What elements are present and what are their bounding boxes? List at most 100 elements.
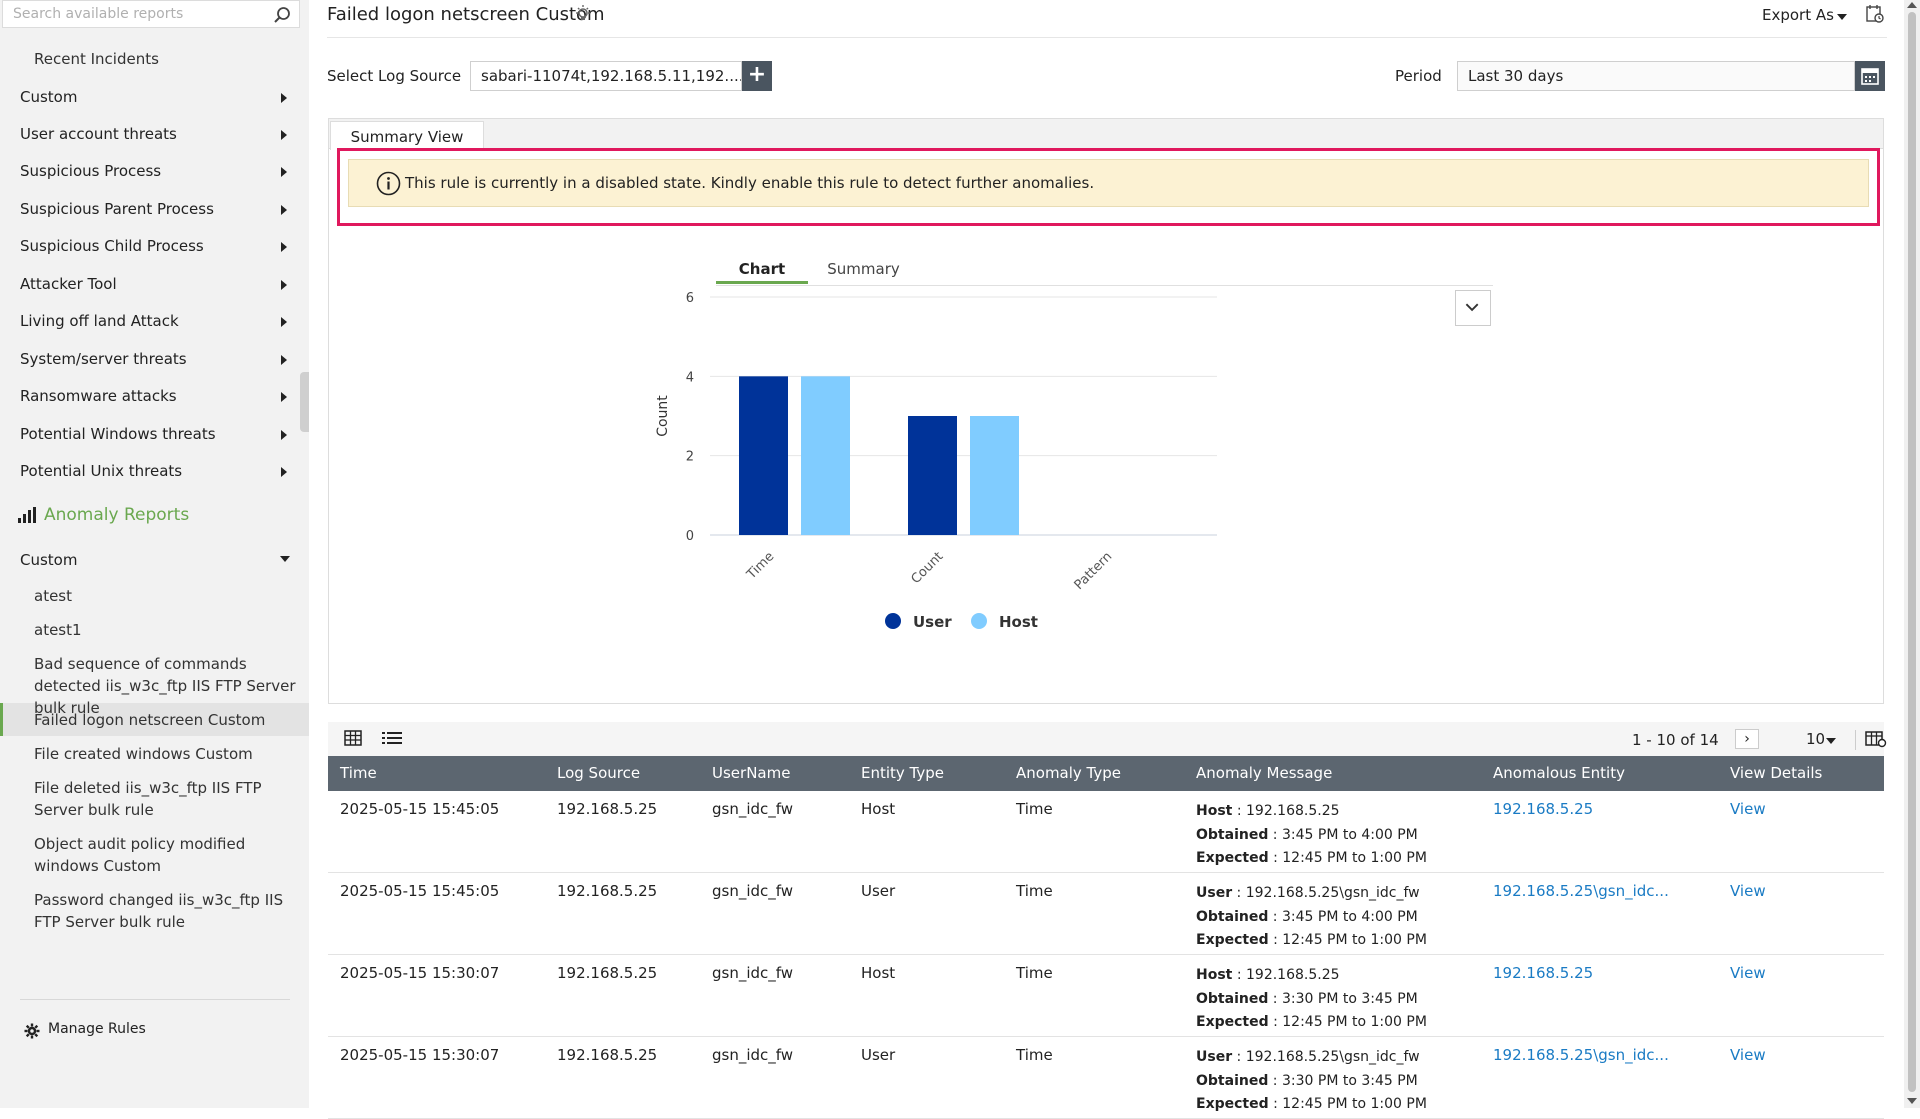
anomaly-report-item[interactable]: Password changed iis_w3c_ftp IIS FTP Ser… [34,889,296,933]
message-line: Expected : 12:45 PM to 1:00 PM [1196,850,1427,866]
cell-anomaly-type: Time [1016,1046,1053,1064]
view-details-link[interactable]: View [1730,964,1766,982]
anomaly-report-item[interactable]: atest1 [34,619,296,641]
calendar-button[interactable] [1855,61,1885,91]
anomaly-report-item[interactable]: atest [34,585,296,607]
message-value: 192.168.5.25\gsn_idc_fw [1245,885,1420,901]
cell-time: 2025-05-15 15:30:07 [340,1046,500,1064]
chevron-right-icon: › [1744,731,1750,747]
page-scrollbar[interactable] [1904,0,1920,1108]
sidebar-item-label: Attacker Tool [20,275,117,293]
sidebar: Recent Incidents Custom User account thre… [0,0,309,1108]
divider [327,37,1887,38]
message-key: Obtained [1196,990,1269,1007]
column-header-entity-type[interactable]: Entity Type [861,764,944,782]
log-source-label: Select Log Source [327,67,462,85]
view-details-link[interactable]: View [1730,800,1766,818]
legend-marker [885,613,901,629]
message-line: Host : 192.168.5.25 [1196,967,1340,983]
sidebar-item-label: Living off land Attack [20,312,179,330]
cell-anomaly-message: Host : 192.168.5.25 Obtained : 3:45 PM to… [1196,800,1427,871]
period-label: Period [1395,67,1442,85]
message-line: User : 192.168.5.25\gsn_idc_fw [1196,885,1420,901]
list-view-icon[interactable] [382,730,402,746]
caret-right-icon [281,242,287,252]
column-header-anomaly-message[interactable]: Anomaly Message [1196,764,1332,782]
message-value: 12:45 PM to 1:00 PM [1282,1014,1427,1030]
table-toolbar: 1 - 10 of 14 › 10 [328,722,1887,756]
cell-log-source: 192.168.5.25 [557,882,658,900]
message-line: Obtained : 3:30 PM to 3:45 PM [1196,990,1418,1007]
column-header-anomalous-entity[interactable]: Anomalous Entity [1493,764,1625,782]
caret-down-icon[interactable] [1837,14,1847,20]
log-source-field[interactable]: sabari-11074t,192.168.5.11,192.... [470,61,742,91]
caret-down-icon[interactable] [1826,738,1836,744]
anomalous-entity-link[interactable]: 192.168.5.25 [1493,800,1593,818]
column-settings-icon[interactable] [1865,730,1887,748]
cell-entity-type: Host [861,800,896,818]
search-icon[interactable] [273,6,291,24]
next-page-button[interactable]: › [1735,729,1759,749]
message-key: Obtained [1196,908,1269,925]
y-tick-label: 2 [686,450,694,465]
bar-host [970,416,1019,535]
cell-time: 2025-05-15 15:30:07 [340,964,500,982]
column-header-view-details[interactable]: View Details [1730,764,1822,782]
message-key: Host [1196,967,1233,983]
message-line: Host : 192.168.5.25 [1196,803,1340,819]
x-tick-label: Pattern [1072,549,1116,593]
view-details-link[interactable]: View [1730,1046,1766,1064]
add-log-source-button[interactable]: + [742,61,772,91]
sidebar-collapse-handle[interactable] [300,372,309,432]
anomaly-report-item[interactable]: Failed logon netscreen Custom [34,709,296,731]
bulb-icon[interactable] [573,4,593,24]
page-size-select[interactable]: 10 [1806,730,1825,748]
scroll-up-icon[interactable] [1907,2,1917,8]
column-header-log-source[interactable]: Log Source [557,764,640,782]
caret-right-icon [281,355,287,365]
anomalous-entity-link[interactable]: 192.168.5.25 [1493,964,1593,982]
grid-view-icon[interactable] [344,730,362,746]
message-value: 12:45 PM to 1:00 PM [1282,850,1427,866]
column-header-anomaly-type[interactable]: Anomaly Type [1016,764,1121,782]
page-title: Failed logon netscreen Custom [327,4,605,25]
anomaly-report-item[interactable]: File created windows Custom [34,743,296,765]
message-value: 12:45 PM to 1:00 PM [1282,932,1427,948]
message-value: 3:45 PM to 4:00 PM [1281,826,1418,843]
legend-marker [971,613,987,629]
anomalous-entity-link[interactable]: 192.168.5.25\gsn_idc... [1493,1046,1669,1064]
manage-rules-label: Manage Rules [48,1021,146,1037]
cell-username: gsn_idc_fw [712,800,794,818]
bar-chart: 0 2 4 6 Count Time Count Pattern User Host [655,291,1217,631]
message-line: Expected : 12:45 PM to 1:00 PM [1196,1014,1427,1030]
search-input[interactable] [3,1,263,27]
column-header-time[interactable]: Time [340,764,377,782]
sidebar-item-label: Potential Unix threats [20,462,183,480]
caret-right-icon [281,430,287,440]
period-field[interactable]: Last 30 days [1457,61,1855,91]
calendar-icon [1861,68,1879,85]
caret-right-icon [281,93,287,103]
caret-right-icon [281,467,287,477]
message-key: Expected [1196,850,1269,866]
export-as-button[interactable]: Export As [1762,6,1834,24]
schedule-report-icon[interactable] [1865,4,1885,24]
column-header-username[interactable]: UserName [712,764,790,782]
sidebar-item-label: User account threats [20,125,177,143]
anomaly-report-item[interactable]: File deleted iis_w3c_ftp IIS FTP Server … [34,777,296,821]
scrollbar-thumb[interactable] [1908,12,1916,1092]
summary-panel: Summary View This rule is currently in a… [328,118,1884,704]
sidebar-item-label: Suspicious Process [20,162,162,180]
legend-label: Host [999,613,1038,631]
cell-username: gsn_idc_fw [712,882,794,900]
anomalous-entity-link[interactable]: 192.168.5.25\gsn_idc... [1493,882,1669,900]
scroll-down-icon[interactable] [1907,1098,1917,1104]
message-line: User : 192.168.5.25\gsn_idc_fw [1196,1049,1420,1065]
message-value: 12:45 PM to 1:00 PM [1282,1096,1427,1112]
view-details-link[interactable]: View [1730,882,1766,900]
table-row: 2025-05-15 15:30:07 192.168.5.25 gsn_idc_f… [328,1037,1884,1119]
caret-right-icon [281,317,287,327]
sidebar-item-label: Ransomware attacks [20,387,177,405]
anomaly-report-item[interactable]: Object audit policy modified windows Cus… [34,833,296,877]
message-line: Expected : 12:45 PM to 1:00 PM [1196,1096,1427,1112]
